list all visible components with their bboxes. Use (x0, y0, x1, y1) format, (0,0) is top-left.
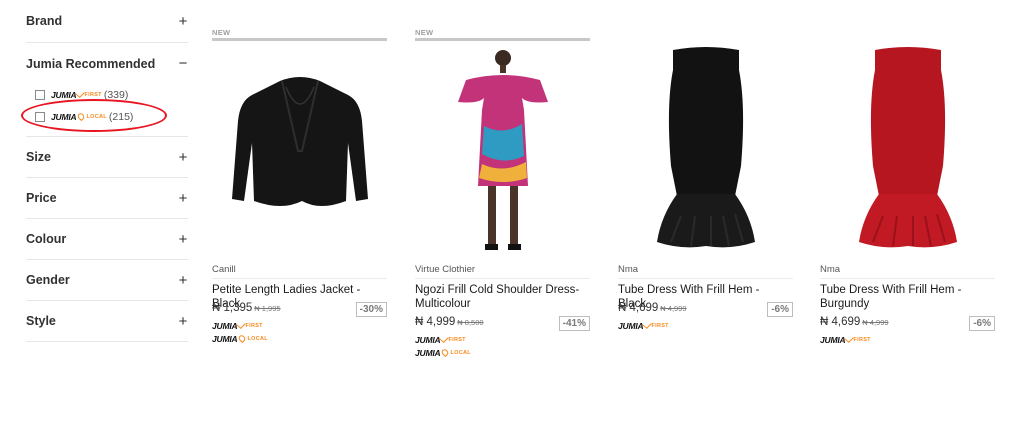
new-bar (212, 38, 387, 41)
old-price: ₦ 8,500 (457, 318, 484, 327)
divider (415, 278, 590, 279)
expand-plus-icon[interactable]: + (178, 273, 188, 288)
filter-gender[interactable]: Gender + (26, 260, 188, 301)
jumia-first-checkbox[interactable] (35, 90, 45, 100)
product-price: ₦ 1,395 ₦ 1,995 (212, 302, 281, 314)
product-brand: Virtue Clothier (415, 264, 476, 275)
filter-size-label: Size (26, 150, 52, 164)
filter-jumia-recommended[interactable]: Jumia Recommended − (26, 43, 188, 84)
jumia-local-checkbox[interactable] (35, 112, 45, 122)
divider (212, 278, 387, 279)
expand-plus-icon[interactable]: + (178, 14, 188, 29)
filter-style-label: Style (26, 314, 56, 328)
location-pin-icon (76, 111, 87, 122)
filter-price-label: Price (26, 191, 57, 205)
location-pin-icon (237, 333, 248, 344)
filter-colour[interactable]: Colour + (26, 219, 188, 260)
product-image[interactable] (618, 44, 793, 257)
expand-plus-icon[interactable]: + (178, 191, 188, 206)
product-name[interactable]: Ngozi Frill Cold Shoulder Dress-Multicol… (415, 283, 587, 311)
filter-jumia-recommended-section: Jumia Recommended − JUMIA FIRST (339) JUM… (26, 43, 188, 137)
new-tag: NEW (415, 28, 434, 37)
product-image[interactable] (820, 44, 995, 257)
discount-badge: -30% (355, 302, 387, 317)
jumia-first-badge: JUMIA FIRST (415, 334, 466, 345)
product-card[interactable]: Nma Tube Dress With Frill Hem - Black ₦ … (618, 0, 793, 370)
option-count: (215) (108, 111, 134, 123)
option-count: (339) (103, 89, 129, 101)
old-price: ₦ 4,999 (660, 304, 687, 313)
product-card[interactable]: NEW Canill Petite Length Ladies Jacket -… (212, 0, 387, 370)
filter-option-jumia-local[interactable]: JUMIA LOCAL (215) (26, 106, 188, 128)
old-price: ₦ 4,999 (862, 318, 889, 327)
product-brand: Nma (618, 264, 639, 275)
filter-style[interactable]: Style + (26, 301, 188, 342)
product-price: ₦ 4,999 ₦ 8,500 (415, 316, 484, 328)
jumia-local-badge: JUMIA LOCAL (415, 347, 471, 358)
filter-gender-label: Gender (26, 273, 70, 287)
filter-sidebar: Brand + Jumia Recommended − JUMIA FIRST (… (26, 0, 188, 342)
filter-option-jumia-first[interactable]: JUMIA FIRST (339) (26, 84, 188, 106)
filter-price[interactable]: Price + (26, 178, 188, 219)
dress-image (656, 46, 755, 247)
current-price: ₦ 1,395 (212, 302, 253, 314)
current-price: ₦ 4,699 (618, 302, 659, 314)
jumia-first-badge: JUMIA FIRST (820, 334, 871, 345)
jumia-local-badge: JUMIA LOCAL (212, 333, 268, 344)
divider (618, 278, 793, 279)
new-tag: NEW (212, 28, 231, 37)
collapse-minus-icon[interactable]: − (178, 56, 188, 71)
divider (820, 278, 995, 279)
expand-plus-icon[interactable]: + (178, 150, 188, 165)
discount-badge: -41% (558, 316, 590, 331)
product-price: ₦ 4,699 ₦ 4,999 (618, 302, 687, 314)
dress-image (457, 49, 548, 250)
jumia-first-logo: JUMIA FIRST (51, 89, 102, 100)
expand-plus-icon[interactable]: + (178, 232, 188, 247)
expand-plus-icon[interactable]: + (178, 314, 188, 329)
jumia-local-logo: JUMIA LOCAL (51, 111, 107, 122)
filter-brand[interactable]: Brand + (26, 0, 188, 43)
product-card[interactable]: Nma Tube Dress With Frill Hem - Burgundy… (820, 0, 995, 370)
jumia-first-badge: JUMIA FIRST (618, 320, 669, 331)
filter-jumia-recommended-label: Jumia Recommended (26, 56, 156, 71)
filter-brand-label: Brand (26, 14, 63, 28)
product-brand: Nma (820, 264, 841, 275)
jacket-image (231, 76, 368, 206)
dress-image (858, 46, 957, 247)
new-bar (415, 38, 590, 41)
jumia-first-badge: JUMIA FIRST (212, 320, 263, 331)
product-image[interactable] (212, 44, 387, 257)
product-card[interactable]: NEW Virtue Clothier Ngozi Frill Cold Sho… (415, 0, 590, 370)
product-price: ₦ 4,699 ₦ 4,999 (820, 316, 889, 328)
old-price: ₦ 1,995 (254, 304, 281, 313)
location-pin-icon (440, 347, 451, 358)
product-image[interactable] (415, 44, 590, 257)
filter-colour-label: Colour (26, 232, 67, 246)
product-brand: Canill (212, 264, 236, 275)
current-price: ₦ 4,699 (820, 316, 861, 328)
discount-badge: -6% (969, 316, 995, 331)
current-price: ₦ 4,999 (415, 316, 456, 328)
discount-badge: -6% (767, 302, 793, 317)
product-name[interactable]: Tube Dress With Frill Hem - Burgundy (820, 283, 992, 311)
filter-size[interactable]: Size + (26, 137, 188, 178)
